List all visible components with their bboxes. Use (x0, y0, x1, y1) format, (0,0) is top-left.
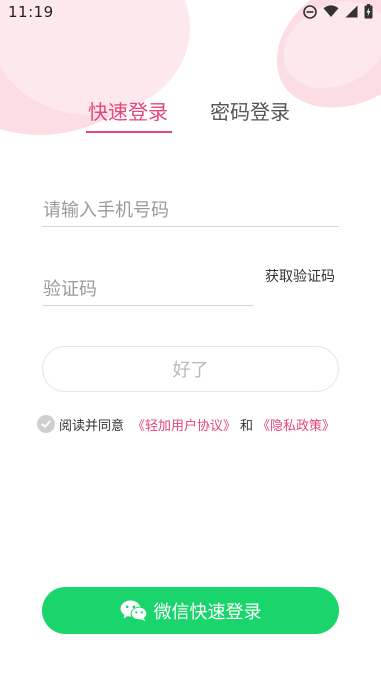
status-bar: 11:19 (0, 0, 381, 26)
wechat-login-label: 微信快速登录 (153, 601, 262, 623)
signal-icon (345, 5, 358, 18)
status-icons (303, 4, 373, 19)
agreement-checkbox[interactable] (37, 415, 55, 433)
active-tab-indicator (86, 131, 172, 133)
confirm-button-label: 好了 (172, 360, 209, 381)
agreement-prefix: 阅读并同意 (59, 418, 125, 434)
verification-code-input[interactable] (42, 274, 254, 306)
check-icon (41, 420, 51, 428)
user-agreement-link[interactable]: 《轻加用户协议》 (132, 415, 236, 434)
tab-password-login[interactable]: 密码登录 (210, 96, 290, 125)
phone-input[interactable] (42, 195, 339, 227)
wechat-login-button[interactable]: 微信快速登录 (42, 587, 339, 634)
privacy-policy-link[interactable]: 《隐私政策》 (257, 415, 335, 434)
tab-quick-login[interactable]: 快速登录 (88, 96, 168, 125)
agreement-and: 和 (240, 418, 254, 434)
login-screen: 11:19 快速登录 密码登录 请输入手机号码 验证码 获取验证码 好了 阅读并… (0, 0, 381, 677)
wifi-icon (323, 5, 339, 18)
do-not-disturb-icon (303, 4, 317, 19)
login-tabs: 快速登录 密码登录 (0, 96, 381, 136)
agreement-row: 阅读并同意 《轻加用户协议》 和 《隐私政策》 (37, 414, 335, 434)
status-time: 11:19 (8, 3, 54, 21)
get-code-button[interactable]: 获取验证码 (265, 266, 335, 286)
confirm-button[interactable]: 好了 (42, 346, 339, 392)
battery-icon (364, 4, 373, 19)
wechat-icon (120, 600, 148, 622)
